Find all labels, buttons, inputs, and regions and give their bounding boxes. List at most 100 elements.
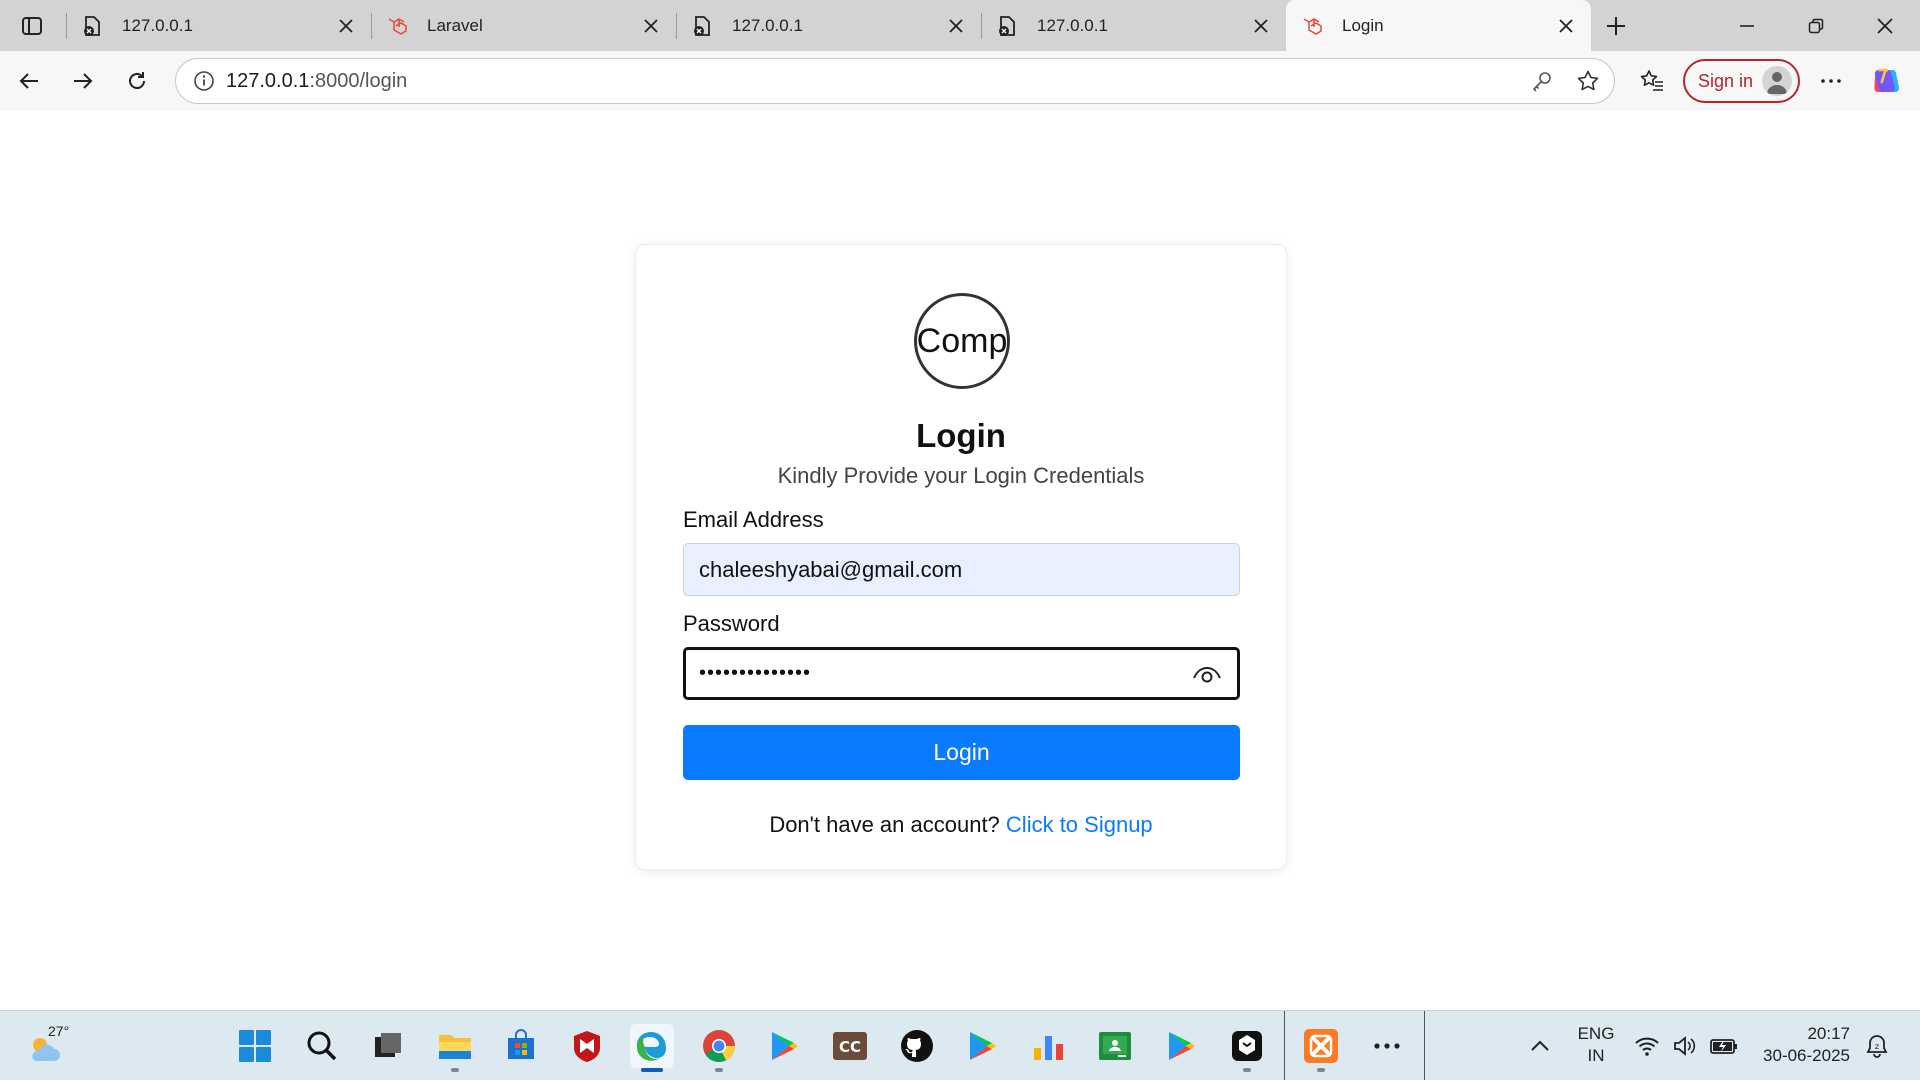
taskbar-separator <box>1284 1011 1285 1080</box>
mcafee-icon[interactable] <box>565 1024 609 1068</box>
notification-center-icon[interactable]: z <box>1857 1024 1897 1068</box>
more-apps-icon[interactable] <box>1365 1024 1409 1068</box>
show-password-eye-icon[interactable] <box>1189 656 1225 692</box>
url-text[interactable]: 127.0.0.1:8000/login <box>226 70 1522 93</box>
page-title: Login <box>916 417 1006 454</box>
svg-text:CC: CC <box>839 1038 861 1056</box>
password-label: Password <box>683 611 780 636</box>
play-store-icon[interactable] <box>960 1024 1004 1068</box>
search-icon[interactable] <box>300 1024 344 1068</box>
file-error-icon <box>690 14 714 38</box>
url-host: 127.0.0.1 <box>226 69 310 92</box>
edge-icon[interactable] <box>630 1024 674 1072</box>
close-window-button[interactable] <box>1862 8 1908 44</box>
close-tab-icon[interactable] <box>1248 13 1274 39</box>
copilot-button[interactable] <box>1867 63 1903 99</box>
tab-title: 127.0.0.1 <box>122 15 193 35</box>
address-bar[interactable]: 127.0.0.1:8000/login <box>175 58 1615 104</box>
tab-separator <box>676 13 677 39</box>
minimize-icon <box>1740 25 1754 27</box>
github-icon[interactable] <box>895 1024 939 1068</box>
email-value: chaleeshyabai@gmail.com <box>699 556 963 582</box>
url-path: :8000/login <box>309 69 408 92</box>
minimize-button[interactable] <box>1724 8 1770 44</box>
tab-separator <box>981 13 982 39</box>
password-field[interactable]: •••••••••••••• <box>683 647 1240 700</box>
wifi-icon[interactable] <box>1630 1024 1664 1068</box>
tab-title: Login <box>1342 15 1384 35</box>
tab-actions-icon <box>22 17 42 35</box>
running-indicator <box>1243 1068 1251 1072</box>
close-tab-icon[interactable] <box>333 13 359 39</box>
new-tab-button[interactable] <box>1598 8 1634 44</box>
restore-button[interactable] <box>1793 8 1839 44</box>
signup-prompt: Don't have an account? <box>769 812 1000 837</box>
language-code: ENG <box>1577 1024 1615 1043</box>
sign-in-button[interactable]: Sign in <box>1683 59 1800 103</box>
browser-tab[interactable]: 127.0.0.1 <box>981 0 1286 51</box>
play-store-icon[interactable] <box>762 1024 806 1068</box>
refresh-icon <box>129 72 145 89</box>
file-explorer-icon[interactable] <box>433 1024 477 1072</box>
browser-tab[interactable]: 127.0.0.1 <box>676 0 981 51</box>
tab-title: Laravel <box>427 15 483 35</box>
browser-tab[interactable]: Laravel <box>371 0 676 51</box>
language-indicator[interactable]: ENG IN <box>1572 1023 1620 1067</box>
email-field[interactable]: chaleeshyabai@gmail.com <box>683 543 1240 596</box>
windows-taskbar: 27° CC ENG IN 20:17 30-06-2025 z <box>0 1010 1920 1080</box>
browser-tab-strip: 127.0.0.1 Laravel 127.0.0.1 127.0.0.1 Lo… <box>0 0 1920 51</box>
forward-button[interactable] <box>65 63 101 99</box>
tab-separator <box>66 13 67 39</box>
logo-text: Comp <box>916 321 1008 360</box>
login-button[interactable]: Login <box>683 725 1240 780</box>
charts-icon[interactable] <box>1027 1024 1071 1068</box>
settings-more-button[interactable] <box>1813 63 1849 99</box>
volume-icon[interactable] <box>1667 1024 1701 1068</box>
laravel-icon <box>385 14 409 38</box>
running-indicator <box>1317 1068 1325 1072</box>
task-view-icon[interactable] <box>366 1024 410 1068</box>
tab-actions-button[interactable] <box>12 12 52 40</box>
refresh-button[interactable] <box>119 63 155 99</box>
favorites-list-icon <box>1640 70 1663 91</box>
close-tab-icon[interactable] <box>638 13 664 39</box>
play-store-icon[interactable] <box>1159 1024 1203 1068</box>
file-error-icon <box>995 14 1019 38</box>
favorite-star-icon[interactable] <box>1568 61 1608 101</box>
close-tab-icon[interactable] <box>943 13 969 39</box>
favorites-button[interactable] <box>1634 63 1670 99</box>
battery-charging-icon[interactable] <box>1704 1024 1744 1068</box>
classroom-icon[interactable] <box>1093 1024 1137 1068</box>
avatar-icon <box>1762 66 1792 96</box>
clock[interactable]: 20:17 30-06-2025 <box>1754 1023 1850 1067</box>
active-app-indicator <box>641 1068 663 1072</box>
terminal-icon[interactable] <box>1225 1024 1269 1072</box>
clock-time: 20:17 <box>1807 1024 1850 1043</box>
back-button[interactable] <box>11 63 47 99</box>
cc-icon[interactable]: CC <box>828 1024 872 1068</box>
plus-icon <box>1607 17 1625 35</box>
restore-icon <box>1808 18 1824 34</box>
signup-row: Don't have an account? Click to Signup <box>636 812 1286 838</box>
clock-date: 30-06-2025 <box>1763 1046 1850 1065</box>
show-hidden-icons-chevron-icon[interactable] <box>1518 1024 1562 1068</box>
file-error-icon <box>80 14 104 38</box>
language-region: IN <box>1587 1046 1605 1065</box>
sign-in-label: Sign in <box>1698 70 1754 91</box>
close-tab-icon[interactable] <box>1553 13 1579 39</box>
xampp-icon[interactable] <box>1299 1024 1343 1072</box>
microsoft-store-icon[interactable] <box>499 1024 543 1068</box>
browser-tab[interactable]: 127.0.0.1 <box>66 0 371 51</box>
windows-start-icon[interactable] <box>233 1024 277 1068</box>
password-key-icon[interactable] <box>1522 61 1562 101</box>
tab-title: 127.0.0.1 <box>1037 15 1108 35</box>
running-indicator <box>451 1068 459 1072</box>
signup-link[interactable]: Click to Signup <box>1006 812 1153 837</box>
svg-text:z: z <box>1875 1042 1879 1051</box>
browser-toolbar: 127.0.0.1:8000/login Sign in <box>0 51 1920 111</box>
site-info-icon[interactable] <box>182 70 226 92</box>
browser-tab-active[interactable]: Login <box>1286 0 1591 51</box>
chrome-icon[interactable] <box>697 1024 741 1072</box>
weather-widget[interactable]: 27° <box>22 1023 78 1069</box>
copilot-icon <box>1874 68 1900 92</box>
